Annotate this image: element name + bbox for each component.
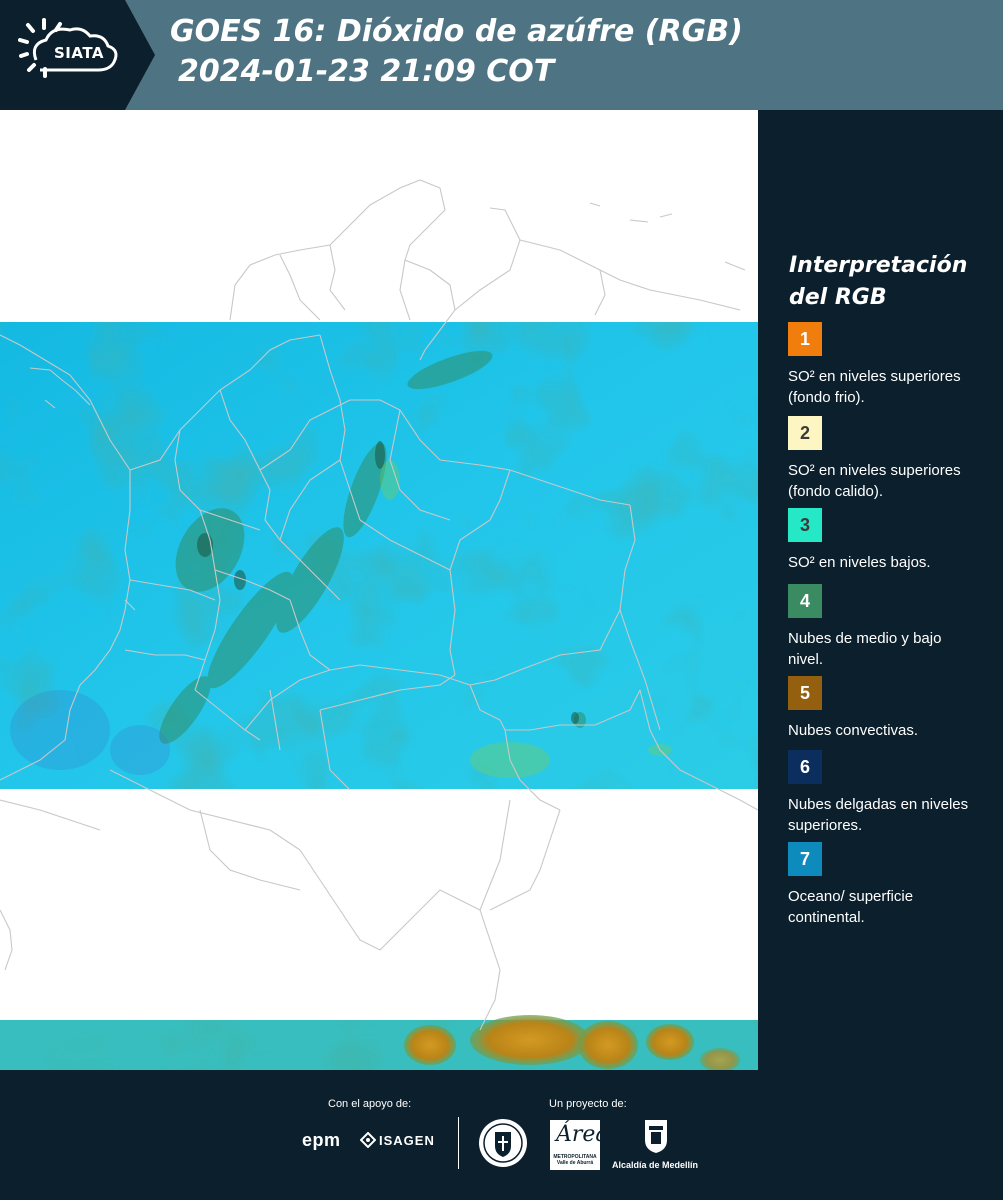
- legend-item-3: 3 SO² en niveles bajos.: [788, 508, 978, 573]
- legend-label-5: Nubes convectivas.: [788, 722, 919, 739]
- medellin-shield-icon: [645, 1120, 667, 1153]
- alcaldia-label: Alcaldía de Medellín: [612, 1160, 699, 1170]
- legend-title-line1: Interpretación: [789, 253, 968, 278]
- isagen-icon: [360, 1132, 376, 1148]
- area-logo-sub: METROPOLITANA Valle de Aburrá: [553, 1154, 597, 1166]
- legend-swatch-7: 7: [788, 842, 822, 876]
- university-seal-icon: [479, 1119, 527, 1167]
- satellite-map[interactable]: [0, 110, 758, 1070]
- isagen-label: ISAGEN: [379, 1132, 435, 1148]
- support-label: Con el apoyo de:: [328, 1098, 412, 1110]
- imagery-band-bottom: [0, 1015, 758, 1070]
- legend-label-1: SO² en niveles superiores (fondo frio).: [788, 368, 961, 406]
- legend-item-7: 7 Oceano/ superficie continental.: [788, 842, 978, 928]
- page-timestamp: 2024-01-23 21:09 COT: [178, 54, 555, 89]
- legend-swatch-1: 1: [788, 322, 822, 356]
- imagery-band-main: [0, 322, 758, 789]
- footer-bar: Con el apoyo de: Un proyecto de: epm ISA…: [0, 1070, 1003, 1200]
- legend-item-1: 1 SO² en niveles superiores (fondo frio)…: [788, 322, 978, 408]
- legend-label-4: Nubes de medio y bajo nivel.: [788, 630, 942, 668]
- legend-label-7: Oceano/ superficie continental.: [788, 888, 914, 926]
- area-logo-script: Área: [556, 1122, 609, 1147]
- logo-text: SIATA: [53, 44, 104, 62]
- legend-label-3: SO² en niveles bajos.: [788, 554, 931, 571]
- legend-swatch-2: 2: [788, 416, 822, 450]
- legend-swatch-5: 5: [788, 676, 822, 710]
- legend-label-2: SO² en niveles superiores (fondo calido)…: [788, 462, 961, 500]
- legend-item-6: 6 Nubes delgadas en niveles superiores.: [788, 750, 978, 836]
- legend-item-5: 5 Nubes convectivas.: [788, 676, 978, 741]
- legend-title: Interpretación del RGB: [789, 250, 989, 314]
- legend-swatch-3: 3: [788, 508, 822, 542]
- legend-panel: Interpretación del RGB 1 SO² en niveles …: [758, 110, 1003, 1070]
- legend-swatch-6: 6: [788, 750, 822, 784]
- epm-logo: epm: [302, 1130, 341, 1150]
- legend-item-4: 4 Nubes de medio y bajo nivel.: [788, 584, 978, 670]
- page-title: GOES 16: Dióxido de azúfre (RGB): [170, 14, 743, 49]
- legend-label-6: Nubes delgadas en niveles superiores.: [788, 796, 969, 834]
- map-canvas: [0, 179, 758, 1070]
- legend-swatch-4: 4: [788, 584, 822, 618]
- footer-divider: [458, 1117, 459, 1169]
- project-label: Un proyecto de:: [549, 1098, 627, 1110]
- area-metropolitana-logo: Área METROPOLITANA Valle de Aburrá: [550, 1120, 609, 1170]
- header-bar: SIATA GOES 16: Dióxido de azúfre (RGB) 2…: [0, 0, 1003, 110]
- siata-logo: SIATA: [0, 0, 155, 110]
- legend-item-2: 2 SO² en niveles superiores (fondo calid…: [788, 416, 978, 502]
- legend-title-line2: del RGB: [789, 285, 887, 310]
- isagen-logo: ISAGEN: [360, 1132, 435, 1148]
